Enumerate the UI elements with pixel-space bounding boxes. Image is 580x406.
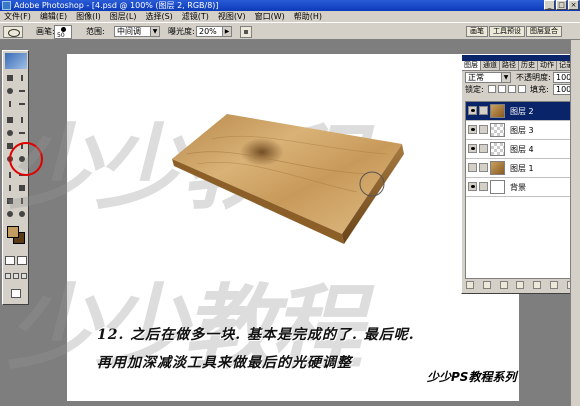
exposure-label: 曝光度: [168,27,195,36]
menu-view[interactable]: 视图(V) [218,11,246,22]
transparent-icon [490,142,505,156]
menu-help[interactable]: 帮助(H) [294,11,322,22]
lock-position-icon[interactable] [508,85,516,93]
menu-bar: 文件(F) 编辑(E) 图像(I) 图层(L) 选择(S) 滤镜(T) 视图(V… [0,11,580,22]
caption-line-2: 再用加深减淡工具来做最后的光硬调整 [97,355,352,371]
range-value: 中间调 [117,27,141,36]
tab-layers[interactable]: 图层 [462,61,481,70]
link-icon[interactable] [479,182,488,191]
airbrush-toggle[interactable] [240,26,252,38]
menu-file[interactable]: 文件(F) [4,11,31,22]
panel-tabs: 图层 通道 路径 历史 动作 记录 [462,61,579,71]
palette-tab-brushes[interactable]: 画笔 [466,26,488,37]
palette-tab-tool-presets[interactable]: 工具预设 [489,26,525,37]
photoshop-logo[interactable] [5,53,27,69]
layer-row[interactable]: 图层 3 [466,121,577,140]
layer-name: 图层 4 [510,145,534,154]
eye-icon[interactable] [468,144,477,153]
palette-tab-layer-comps[interactable]: 图层复合 [526,26,562,37]
options-bar: 画笔: 50 范围: 中间调 ▼ 曝光度: 20% ▶ 画笔 工具预设 图层复合 [0,22,580,40]
wood-icon [490,104,505,118]
layer-mask-icon[interactable] [499,281,508,289]
tab-actions[interactable]: 动作 [538,61,557,70]
blend-row: 正常 ▼ 不透明度: 100% [462,71,579,83]
wood-icon [490,161,505,175]
photoshop-app-icon [2,1,11,10]
menu-window[interactable]: 窗口(W) [255,11,285,22]
layer-style-icon[interactable] [483,281,492,289]
photoshop-window: Adobe Photoshop - [4.psd @ 100% (图层 2, R… [0,0,580,406]
range-label: 范围: [86,27,105,36]
caption-line-1: 12. 之后在做多一块. 基本是完成的了. 最后呢. [97,327,415,343]
brush-link-icon[interactable] [479,106,488,115]
layer-name: 图层 1 [510,164,534,173]
menu-image[interactable]: 图像(I) [76,11,101,22]
layer-row[interactable]: 图层 4 [466,140,577,159]
transparent-icon [490,123,505,137]
eye-icon[interactable] [468,125,477,134]
exposure-input[interactable]: 20% ▶ [196,26,232,37]
new-group-icon[interactable] [533,281,542,289]
menu-filter[interactable]: 滤镜(T) [182,11,209,22]
lock-all-icon[interactable] [518,85,526,93]
menu-edit[interactable]: 编辑(E) [40,11,67,22]
layer-row[interactable]: 图层 2 [466,102,577,121]
link-layers-icon[interactable] [466,281,475,289]
link-icon[interactable] [479,125,488,134]
white-icon [490,180,505,194]
layer-row[interactable]: 背景 [466,178,577,197]
lock-row: 锁定: 填充: 100% [462,83,579,95]
link-icon[interactable] [479,144,488,153]
marquee-tool-icon[interactable] [5,73,16,84]
layer-name: 图层 3 [510,126,534,135]
chevron-right-icon: ▶ [222,27,231,36]
document-canvas[interactable]: 少少教程 少少教程 [7,54,519,401]
foreground-color-swatch[interactable] [7,226,19,238]
window-title: Adobe Photoshop - [4.psd @ 100% (图层 2, R… [14,1,219,10]
vertical-scrollbar[interactable] [570,40,580,406]
palette-well: 画笔 工具预设 图层复合 [466,26,562,37]
range-select[interactable]: 中间调 ▼ [114,26,160,37]
brush-size: 50 [57,32,65,39]
lock-label: 锁定: [465,85,484,94]
window-controls: _ □ × [544,0,579,10]
tab-history[interactable]: 历史 [519,61,538,70]
layers-panel: 图层 通道 路径 历史 动作 记录 正常 ▼ 不透明度: 100% 锁定: 填充… [461,54,580,294]
layer-name: 图层 2 [510,107,534,116]
exposure-value: 20% [199,27,217,36]
eye-hidden-icon[interactable] [468,163,477,172]
blend-mode-select[interactable]: 正常 ▼ [465,72,511,83]
layer-buttons [462,281,579,291]
menu-select[interactable]: 选择(S) [145,11,172,22]
layer-list: 图层 2 图层 3 图层 4 图层 1 背景 [465,101,578,279]
brush-picker[interactable]: 50 [54,25,72,39]
title-bar: Adobe Photoshop - [4.psd @ 100% (图层 2, R… [0,0,580,11]
brush-label: 画笔: [36,27,55,36]
eye-icon[interactable] [468,182,477,191]
eye-icon[interactable] [468,106,477,115]
tab-channels[interactable]: 通道 [481,61,500,70]
menu-layer[interactable]: 图层(L) [110,11,137,22]
layer-row[interactable]: 图层 1 [466,159,577,178]
new-layer-icon[interactable] [549,281,558,289]
move-tool-icon[interactable] [17,73,28,84]
tab-paths[interactable]: 路径 [500,61,519,70]
lock-image-icon[interactable] [498,85,506,93]
lock-transparent-icon[interactable] [488,85,496,93]
close-button[interactable]: × [568,0,579,10]
brand-text: 少少PS教程系列 [427,370,517,384]
layer-name: 背景 [510,183,526,192]
maximize-button[interactable]: □ [556,0,567,10]
fill-label: 填充: [530,85,549,94]
wood-plank-image [172,114,404,244]
minimize-button[interactable]: _ [544,0,555,10]
blend-mode-value: 正常 [468,73,484,82]
chevron-down-icon: ▼ [150,27,159,36]
adjustment-layer-icon[interactable] [516,281,525,289]
opacity-label: 不透明度: [516,73,551,82]
chevron-down-icon: ▼ [501,73,510,82]
tool-preset-picker[interactable] [3,26,23,38]
link-icon[interactable] [479,163,488,172]
